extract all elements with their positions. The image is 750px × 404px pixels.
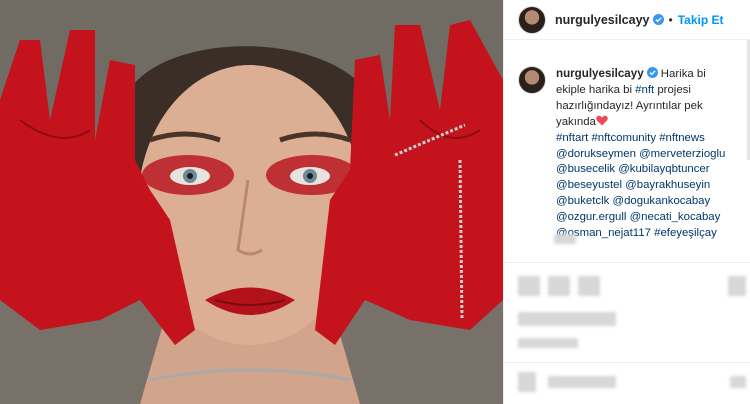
- divider: [504, 362, 750, 363]
- blurred-action-icon[interactable]: [548, 276, 570, 296]
- blurred-action-icon[interactable]: [578, 276, 600, 296]
- red-heart-icon: [596, 115, 608, 126]
- header-username[interactable]: nurgulyesilcayy: [555, 13, 650, 27]
- caption-text: nurgulyesilcayy Harika bi ekiple harika …: [556, 66, 738, 242]
- blurred-timestamp: [554, 234, 576, 244]
- avatar[interactable]: [518, 5, 546, 34]
- caption-username[interactable]: nurgulyesilcayy: [556, 67, 644, 80]
- mention-line[interactable]: @dorukseymen @merveterzioglu: [556, 147, 738, 163]
- blurred-bookmark-icon[interactable]: [728, 276, 746, 296]
- mention-line[interactable]: @ozgur.ergull @necati_kocabay: [556, 210, 738, 226]
- blurred-post-button[interactable]: [730, 376, 746, 388]
- blurred-emoji-icon[interactable]: [518, 372, 536, 392]
- post-photo-illustration: [0, 0, 503, 404]
- post-side-panel: nurgulyesilcayy • Takip Et nurgulyesilca…: [503, 0, 750, 404]
- divider: [504, 262, 750, 263]
- post-photo[interactable]: [0, 0, 503, 404]
- verified-badge-icon: [652, 14, 664, 25]
- mention-line[interactable]: @osman_nejat117 #efeyeşilçay: [556, 226, 738, 242]
- mention-line[interactable]: @beseyustel @bayrakhuseyin: [556, 178, 738, 194]
- blurred-likes-text: [518, 312, 616, 326]
- caption-block: nurgulyesilcayy Harika bi ekiple harika …: [504, 40, 750, 242]
- follow-button[interactable]: Takip Et: [678, 13, 724, 27]
- post-header: nurgulyesilcayy • Takip Et: [504, 0, 750, 40]
- blurred-date-text: [518, 338, 578, 348]
- verified-badge-icon: [646, 67, 658, 78]
- blurred-comment-input[interactable]: [548, 376, 616, 388]
- caption-avatar[interactable]: [518, 66, 546, 94]
- mention-line[interactable]: @busecelik @kubilayqbtuncer: [556, 162, 738, 178]
- hashtag-link[interactable]: #nft: [635, 84, 654, 96]
- instagram-post-window: nurgulyesilcayy • Takip Et nurgulyesilca…: [0, 0, 750, 404]
- separator-dot: •: [668, 12, 673, 27]
- blurred-action-icon[interactable]: [518, 276, 540, 296]
- mention-line[interactable]: @buketclk @dogukankocabay: [556, 194, 738, 210]
- hashtags-line[interactable]: #nftart #nftcomunity #nftnews: [556, 131, 738, 147]
